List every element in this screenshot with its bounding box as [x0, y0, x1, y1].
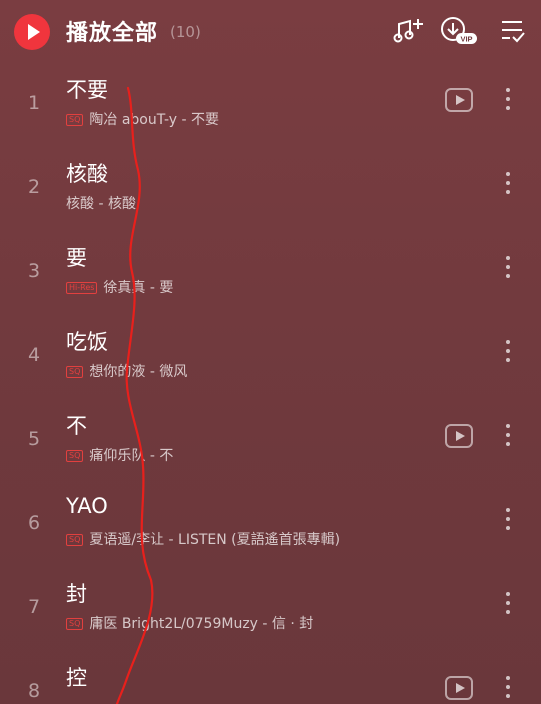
- more-options-icon[interactable]: [496, 84, 520, 114]
- song-subtitle-line: Hi-Res 徐真真 - 要: [66, 277, 173, 297]
- multi-select-list-icon[interactable]: [500, 16, 526, 46]
- song-title: 封: [66, 582, 87, 606]
- more-options-icon[interactable]: [496, 420, 520, 450]
- quality-badge: SQ: [66, 366, 84, 378]
- music-note-plus-icon[interactable]: [393, 16, 425, 46]
- song-index: 7: [27, 596, 41, 618]
- mv-play-icon[interactable]: [445, 676, 473, 700]
- song-row[interactable]: 1 不要 SQ 陶冶 abouT-y - 不要: [0, 60, 541, 144]
- song-index: 4: [27, 344, 41, 366]
- song-row[interactable]: 8控: [0, 648, 541, 704]
- list-header: 播放全部 (10) VIP: [0, 0, 541, 62]
- quality-badge: Hi-Res: [66, 282, 98, 294]
- more-options-icon[interactable]: [496, 168, 520, 198]
- song-subtitle-line: SQ 庸医 Bright2L/0759Muzy - 信 · 封: [66, 613, 313, 633]
- quality-badge: SQ: [66, 114, 84, 126]
- song-row[interactable]: 2 核酸核酸 - 核酸: [0, 144, 541, 228]
- song-artist-album: 核酸 - 核酸: [66, 196, 136, 212]
- song-row[interactable]: 4 吃饭 SQ 想你的液 - 微风: [0, 312, 541, 396]
- song-index: 6: [27, 512, 41, 534]
- song-artist-album: 夏语遥/李让 - LISTEN (夏語遙首張專輯): [89, 532, 341, 548]
- quality-badge: SQ: [66, 534, 84, 546]
- song-index: 5: [27, 428, 41, 450]
- mv-play-icon[interactable]: [445, 88, 473, 112]
- song-row[interactable]: 3 要 Hi-Res 徐真真 - 要: [0, 228, 541, 312]
- song-artist-album: 痛仰乐队 - 不: [89, 448, 174, 464]
- song-row[interactable]: 5 不 SQ 痛仰乐队 - 不: [0, 396, 541, 480]
- song-subtitle-line: SQ 夏语遥/李让 - LISTEN (夏語遙首張專輯): [66, 529, 340, 549]
- song-artist-album: 徐真真 - 要: [103, 280, 174, 296]
- song-title: 不: [66, 414, 87, 438]
- quality-badge: SQ: [66, 450, 84, 462]
- song-title: 不要: [66, 78, 108, 102]
- mv-play-icon[interactable]: [445, 424, 473, 448]
- song-artist-album: 想你的液 - 微风: [89, 364, 188, 380]
- quality-badge: SQ: [66, 618, 84, 630]
- song-artist-album: 陶冶 abouT-y - 不要: [89, 112, 220, 128]
- song-artist-album: 庸医 Bright2L/0759Muzy - 信 · 封: [89, 616, 314, 632]
- song-title: 吃饭: [66, 330, 108, 354]
- song-index: 3: [27, 260, 41, 282]
- play-all-label[interactable]: 播放全部: [66, 15, 158, 47]
- more-options-icon[interactable]: [496, 336, 520, 366]
- more-options-icon[interactable]: [496, 588, 520, 618]
- song-index: 8: [27, 680, 41, 702]
- song-subtitle-line: SQ 想你的液 - 微风: [66, 361, 187, 381]
- song-index: 2: [27, 176, 41, 198]
- song-title: YAO: [66, 494, 108, 518]
- song-count: (10): [170, 23, 201, 41]
- song-subtitle-line: 核酸 - 核酸: [66, 193, 136, 213]
- song-row[interactable]: 6 YAO SQ 夏语遥/李让 - LISTEN (夏語遙首張專輯): [0, 480, 541, 564]
- more-options-icon[interactable]: [496, 672, 520, 702]
- play-all-icon[interactable]: [14, 14, 50, 50]
- song-title: 核酸: [66, 162, 108, 186]
- song-title: 控: [66, 666, 87, 690]
- playlist-page: 播放全部 (10) VIP 1 不要 SQ 陶冶 abouT-y - 不要 2 …: [0, 0, 541, 704]
- download-vip-icon[interactable]: VIP: [440, 16, 480, 46]
- song-subtitle-line: SQ 陶冶 abouT-y - 不要: [66, 109, 219, 129]
- song-subtitle-line: SQ 痛仰乐队 - 不: [66, 445, 173, 465]
- song-row[interactable]: 7 封 SQ 庸医 Bright2L/0759Muzy - 信 · 封: [0, 564, 541, 648]
- more-options-icon[interactable]: [496, 504, 520, 534]
- song-title: 要: [66, 246, 87, 270]
- vip-label: VIP: [460, 35, 472, 44]
- song-index: 1: [27, 92, 41, 114]
- more-options-icon[interactable]: [496, 252, 520, 282]
